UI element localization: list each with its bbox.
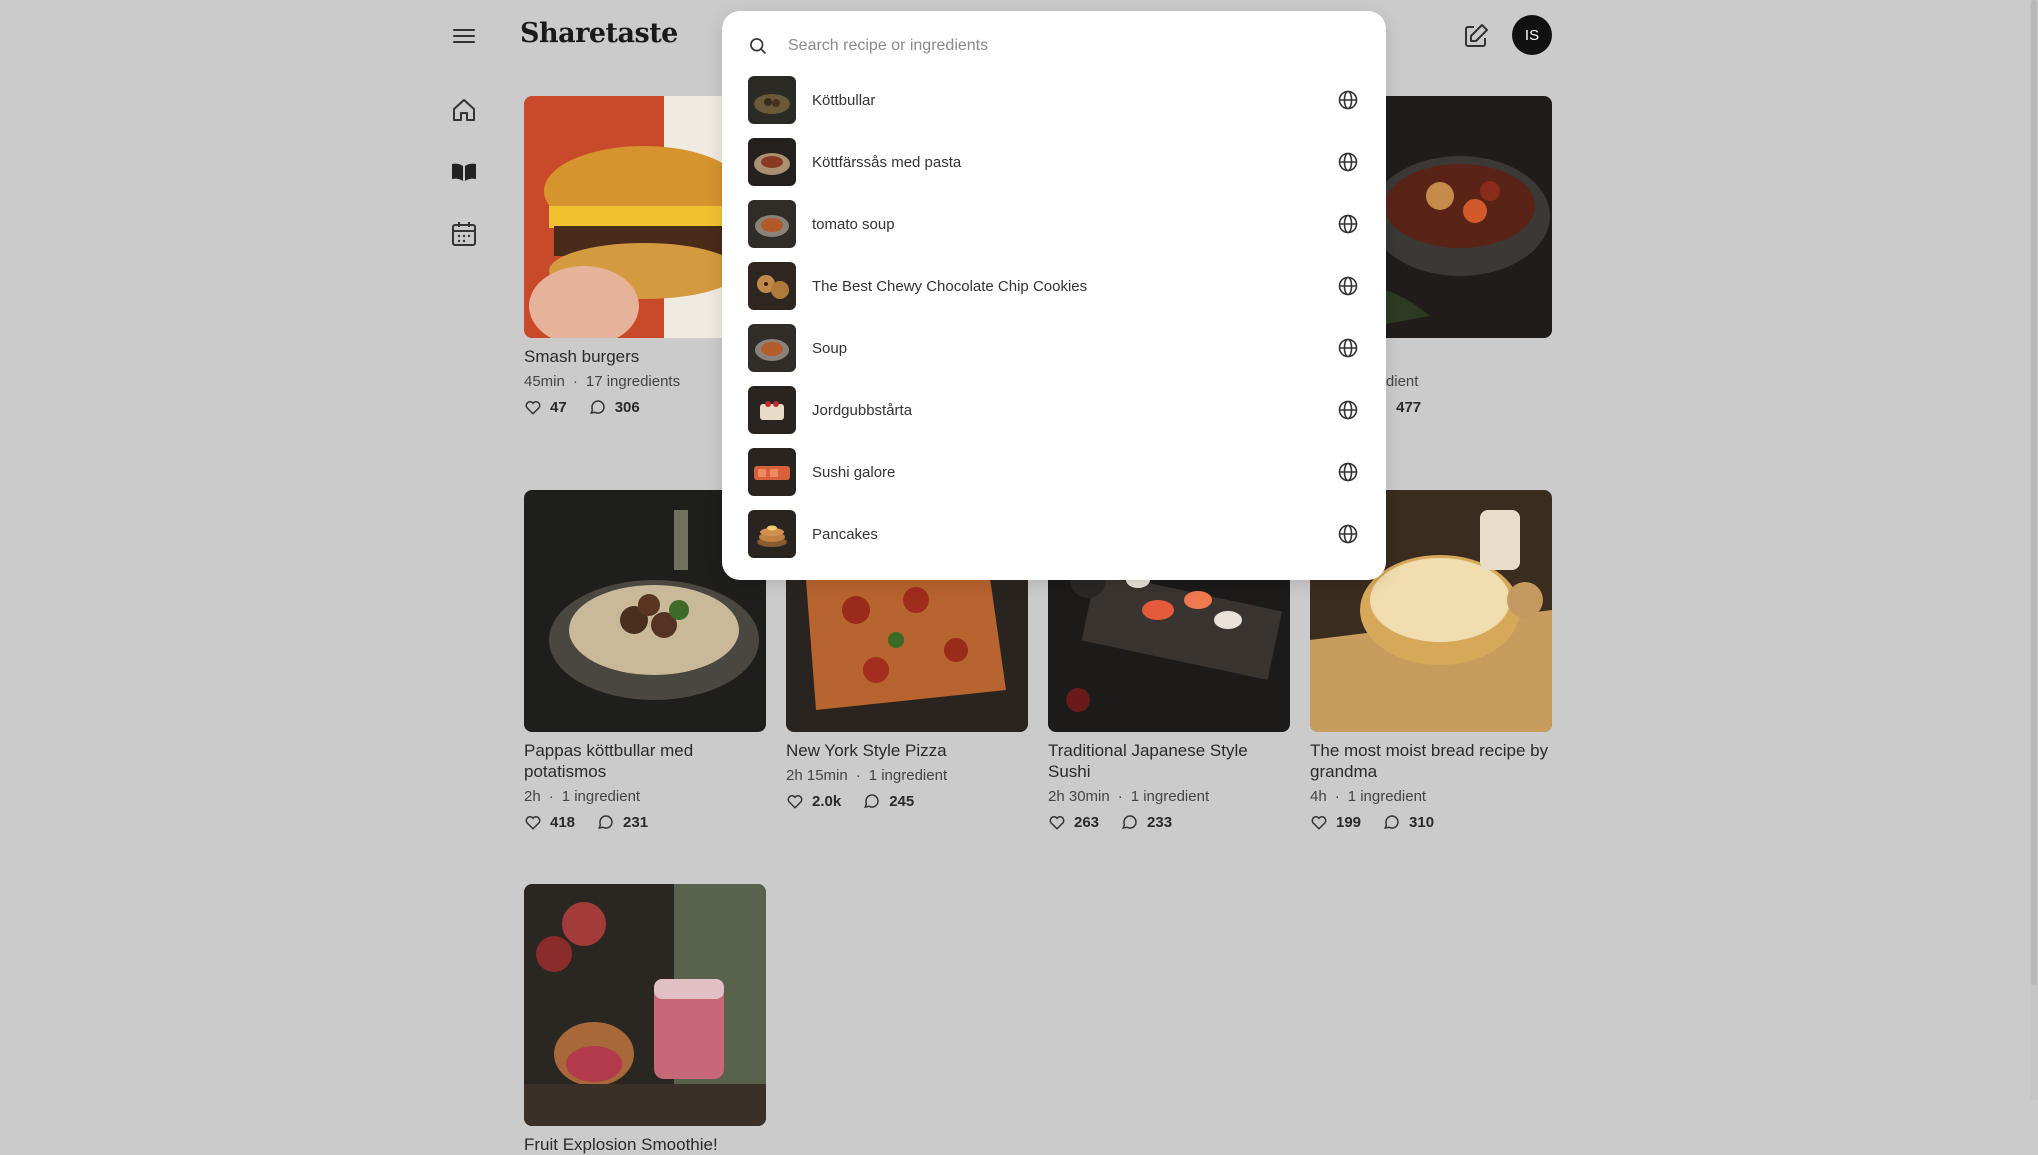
- comment-button[interactable]: 231: [597, 813, 648, 831]
- recipe-title[interactable]: The most moist bread recipe by grandma: [1310, 740, 1552, 782]
- result-thumbnail: [748, 386, 796, 434]
- nav-home[interactable]: [448, 94, 480, 126]
- result-thumbnail: [748, 76, 796, 124]
- result-label: Köttfärssås med pasta: [812, 153, 962, 171]
- globe-icon: [1338, 524, 1358, 544]
- nav-recipes[interactable]: [448, 156, 480, 188]
- recipe-title[interactable]: Pappas köttbullar med potatismos: [524, 740, 766, 782]
- menu-icon: [453, 29, 475, 43]
- avatar[interactable]: IS: [1512, 15, 1552, 55]
- nav-calendar[interactable]: [448, 218, 480, 250]
- result-label: Sushi galore: [812, 463, 896, 481]
- recipe-meta: 2h 15min · 1 ingredient: [786, 767, 948, 784]
- comment-button[interactable]: 233: [1121, 813, 1172, 831]
- like-button[interactable]: 418: [524, 813, 575, 831]
- globe-icon: [1338, 338, 1358, 358]
- recipe-meta: 2h · 1 ingredient: [524, 788, 641, 805]
- menu-button[interactable]: [448, 20, 480, 52]
- result-label: The Best Chewy Chocolate Chip Cookies: [812, 277, 1088, 295]
- globe-icon: [1338, 152, 1358, 172]
- create-recipe-button[interactable]: [1460, 20, 1492, 52]
- comment-icon: [1122, 815, 1137, 830]
- search-results: Köttbullar Köttfärssås med pasta tomato …: [748, 69, 1360, 565]
- recipe-meta: 2h 30min · 1 ingredient: [1048, 788, 1210, 805]
- search-icon: [750, 38, 767, 55]
- like-button[interactable]: 47: [524, 398, 567, 416]
- app-logo[interactable]: Sharetaste: [520, 18, 678, 49]
- globe-icon: [1338, 276, 1358, 296]
- globe-icon: [1338, 400, 1358, 420]
- home-icon: [453, 99, 475, 121]
- recipe-title[interactable]: Traditional Japanese Style Sushi: [1048, 740, 1290, 782]
- result-label: Köttbullar: [812, 91, 876, 109]
- recipe-stats: 199 310: [1310, 813, 1552, 831]
- page-scrollbar[interactable]: [2030, 0, 2038, 1100]
- scrollbar-thumb[interactable]: [2031, 0, 2037, 985]
- heart-icon: [1311, 816, 1327, 830]
- search-result-item[interactable]: The Best Chewy Chocolate Chip Cookies: [748, 255, 1360, 317]
- result-label: Jordgubbstårta: [812, 401, 913, 419]
- comment-icon: [589, 400, 605, 415]
- globe-icon: [1338, 462, 1358, 482]
- comment-icon: [1384, 815, 1399, 830]
- globe-icon: [1338, 214, 1358, 234]
- search-result-item[interactable]: Köttfärssås med pasta: [748, 131, 1360, 193]
- globe-icon: [1338, 90, 1358, 110]
- book-icon: [452, 163, 476, 181]
- calendar-icon: [452, 222, 476, 246]
- search-result-item[interactable]: Soup: [748, 317, 1360, 379]
- side-nav: [448, 94, 480, 280]
- like-button[interactable]: 199: [1310, 813, 1361, 831]
- like-button[interactable]: 263: [1048, 813, 1099, 831]
- result-label: Pancakes: [812, 525, 878, 543]
- result-thumbnail: [748, 138, 796, 186]
- comment-icon: [598, 815, 613, 830]
- comment-button[interactable]: 245: [863, 792, 914, 810]
- search-result-item[interactable]: Köttbullar: [748, 69, 1360, 131]
- search-input[interactable]: [786, 36, 1350, 56]
- comment-button[interactable]: 306: [589, 398, 640, 416]
- result-thumbnail: [748, 200, 796, 248]
- result-thumbnail: [748, 510, 796, 558]
- recipe-title[interactable]: New York Style Pizza: [786, 740, 1028, 761]
- search-result-item[interactable]: Jordgubbstårta: [748, 379, 1360, 441]
- recipe-card[interactable]: Fruit Explosion Smoothie!: [524, 884, 766, 1155]
- recipe-meta: 4h · 1 ingredient: [1310, 788, 1427, 805]
- heart-icon: [525, 401, 541, 415]
- result-label: tomato soup: [812, 215, 895, 233]
- edit-icon: [1465, 24, 1488, 47]
- search-bar: [748, 33, 1360, 59]
- heart-icon: [787, 795, 803, 809]
- recipe-stats: 418 231: [524, 813, 766, 831]
- heart-icon: [525, 816, 541, 830]
- recipe-stats: 263 233: [1048, 813, 1290, 831]
- search-result-item[interactable]: Pancakes: [748, 503, 1360, 565]
- recipe-image: [524, 884, 766, 1126]
- result-label: Soup: [812, 339, 848, 357]
- like-button[interactable]: 2.0k: [786, 792, 841, 810]
- result-thumbnail: [748, 448, 796, 496]
- result-thumbnail: [748, 324, 796, 372]
- result-thumbnail: [748, 262, 796, 310]
- comment-button[interactable]: 310: [1383, 813, 1434, 831]
- search-result-item[interactable]: tomato soup: [748, 193, 1360, 255]
- heart-icon: [1049, 816, 1065, 830]
- search-dropdown: Köttbullar Köttfärssås med pasta tomato …: [722, 11, 1386, 580]
- search-result-item[interactable]: Sushi galore: [748, 441, 1360, 503]
- recipe-stats: 2.0k 245: [786, 792, 1028, 810]
- comment-icon: [864, 794, 879, 809]
